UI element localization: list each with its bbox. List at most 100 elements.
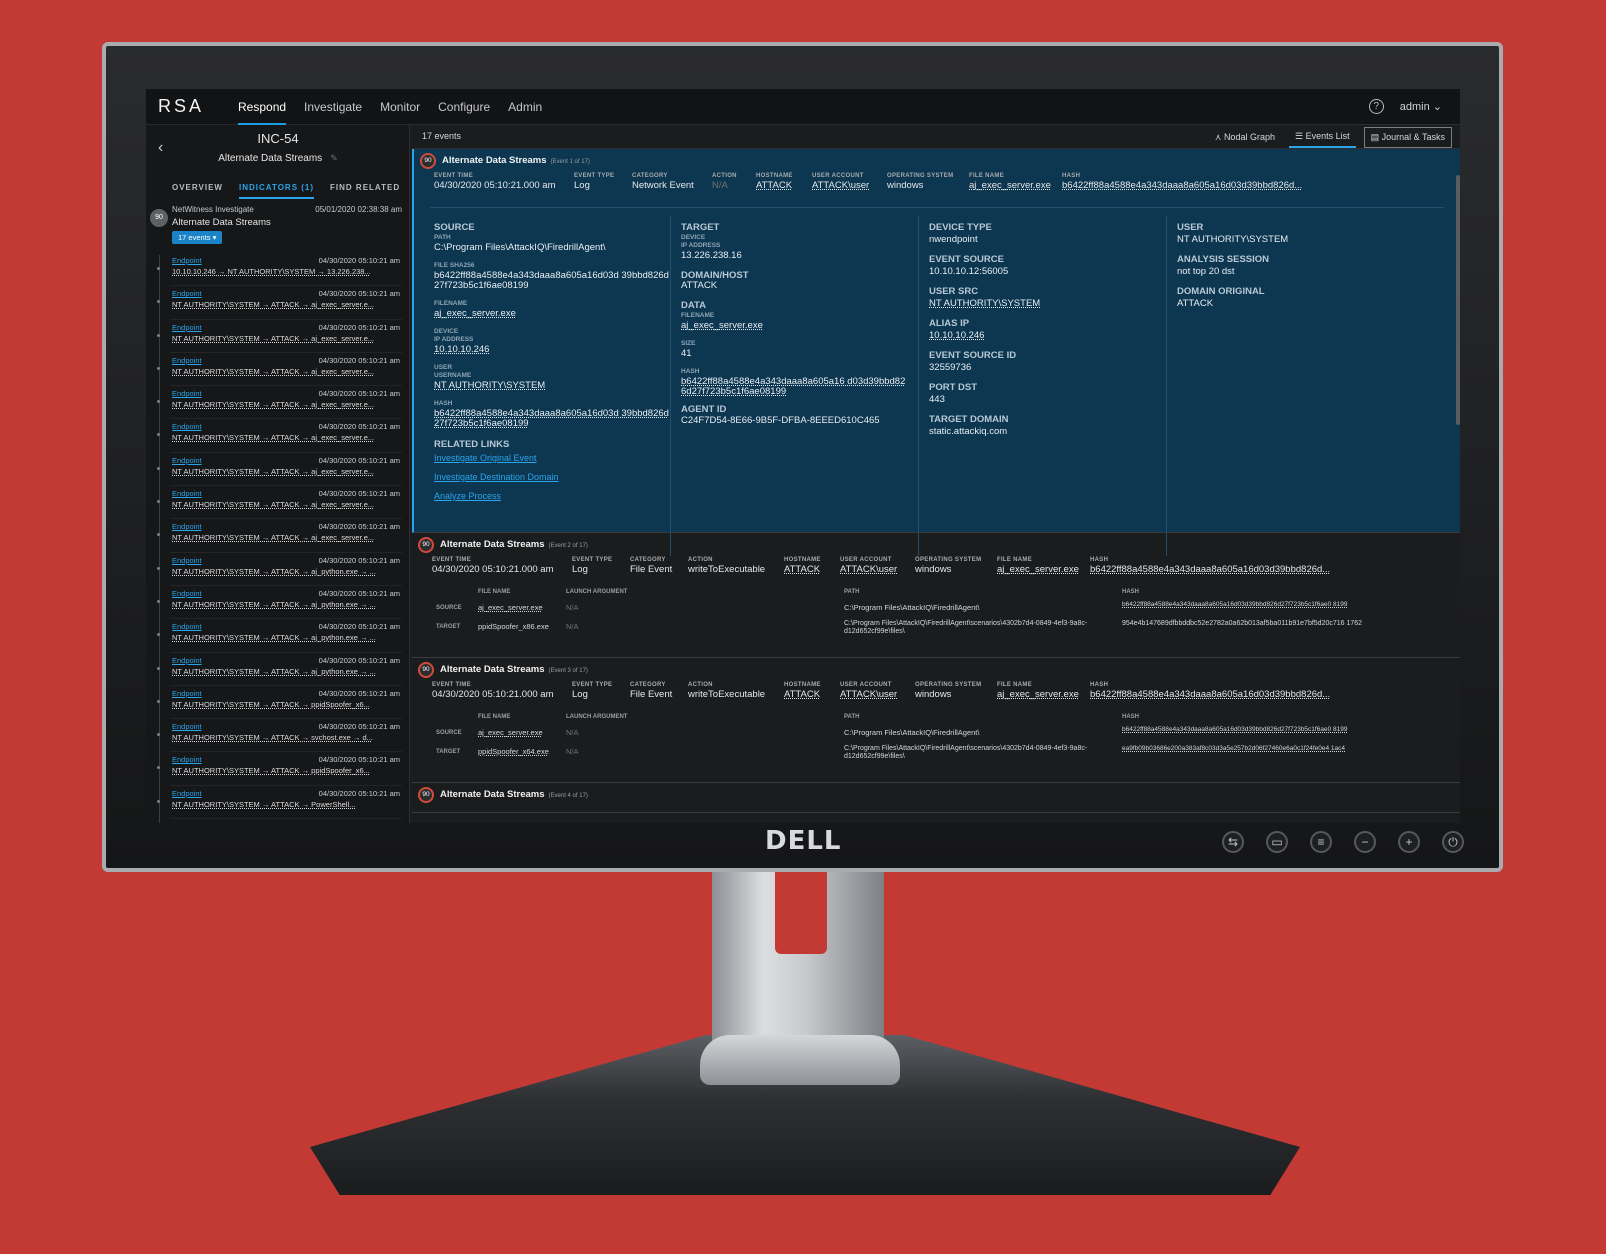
power-icon[interactable]: ⏻ bbox=[1442, 831, 1464, 853]
event-source-link[interactable]: Endpoint bbox=[172, 656, 202, 665]
event-source-link[interactable]: Endpoint bbox=[172, 556, 202, 565]
event-card[interactable]: 90 Alternate Data Streams (Event 3 of 17)… bbox=[412, 658, 1460, 783]
indicator-event-row[interactable]: Endpoint 04/30/2020 05:10:21 am NT AUTHORI… bbox=[157, 353, 402, 387]
event-source-link[interactable]: Endpoint bbox=[172, 422, 202, 431]
source-filename[interactable]: aj_exec_server.exe bbox=[434, 309, 670, 319]
tab-overview[interactable]: OVERVIEW bbox=[172, 183, 223, 199]
indicator-event-row[interactable]: Endpoint 04/30/2020 05:10:21 am NT AUTHORI… bbox=[157, 553, 402, 586]
event-summary[interactable]: NT AUTHORITY\SYSTEM → ATTACK → ppidSpoof… bbox=[172, 766, 370, 775]
event-source-link[interactable]: Endpoint bbox=[172, 522, 202, 531]
nav-respond[interactable]: Respond bbox=[238, 89, 287, 125]
input-source-icon[interactable]: ⇆ bbox=[1222, 831, 1244, 853]
event-user-account[interactable]: ATTACK\user bbox=[812, 180, 869, 191]
journal-tasks-button[interactable]: ▤ Journal & Tasks bbox=[1363, 127, 1452, 148]
tab-indicators[interactable]: INDICATORS (1) bbox=[238, 183, 315, 199]
event-summary[interactable]: NT AUTHORITY\SYSTEM → ATTACK → aj_exec_s… bbox=[172, 467, 374, 476]
event-source-link[interactable]: Endpoint bbox=[172, 622, 202, 631]
event-file-name[interactable]: aj_exec_server.exe bbox=[997, 689, 1079, 700]
menu-icon[interactable]: ≡ bbox=[1310, 831, 1332, 853]
event-user-account[interactable]: ATTACK\user bbox=[840, 689, 897, 700]
event-summary[interactable]: NT AUTHORITY\SYSTEM → ATTACK → aj_exec_s… bbox=[172, 367, 374, 376]
analyze-process-link[interactable]: Analyze Process bbox=[434, 491, 670, 501]
event-summary[interactable]: NT AUTHORITY\SYSTEM → ATTACK → aj_exec_s… bbox=[172, 500, 374, 509]
event-summary[interactable]: NT AUTHORITY\SYSTEM → ATTACK → aj_python… bbox=[172, 667, 376, 676]
event-source-link[interactable]: Endpoint bbox=[172, 389, 202, 398]
event-hash[interactable]: b6422ff88a4588e4a343daaa8a605a16d03d39bb… bbox=[1090, 689, 1330, 700]
plus-icon[interactable]: + bbox=[1398, 831, 1420, 853]
event-user-account[interactable]: ATTACK\user bbox=[840, 564, 897, 575]
help-icon[interactable]: ? bbox=[1368, 99, 1384, 114]
events-list-button[interactable]: ☰ Events List bbox=[1288, 127, 1356, 148]
source-ip[interactable]: 10.10.10.246 bbox=[434, 345, 670, 355]
indicator-event-row[interactable]: Endpoint 04/30/2020 05:10:21 am NT AUTHORI… bbox=[157, 686, 402, 720]
indicator-event-row[interactable]: Endpoint 04/30/2020 05:10:21 am NT AUTHORI… bbox=[157, 320, 402, 353]
indicator-event-row[interactable]: Endpoint 04/30/2020 05:10:21 am NT AUTHORI… bbox=[157, 586, 402, 620]
display-mode-icon[interactable]: ▭ bbox=[1266, 831, 1288, 853]
event-summary[interactable]: NT AUTHORITY\SYSTEM → ATTACK → svchost.e… bbox=[172, 733, 373, 742]
nav-investigate[interactable]: Investigate bbox=[304, 89, 362, 125]
event-hash[interactable]: b6422ff88a4588e4a343daaa8a605a16d03d39bb… bbox=[1090, 564, 1330, 575]
indicator-event-row[interactable]: Endpoint 04/30/2020 05:10:21 am NT AUTHORI… bbox=[157, 519, 402, 553]
indicator-event-row[interactable]: Endpoint 04/30/2020 05:10:21 am NT AUTHORI… bbox=[157, 419, 402, 453]
indicator-event-row[interactable]: Endpoint 04/30/2020 05:10:21 am NT AUTHORI… bbox=[157, 653, 402, 686]
source-file[interactable]: aj_exec_server.exe bbox=[478, 728, 543, 737]
source-file[interactable]: aj_exec_server.exe bbox=[478, 603, 543, 612]
events-count-dropdown[interactable]: 17 events ▾ bbox=[172, 231, 223, 244]
event-hostname[interactable]: ATTACK bbox=[784, 564, 821, 575]
indicator-event-row[interactable]: Endpoint 04/30/2020 05:10:21 am NT AUTHORI… bbox=[157, 719, 402, 753]
event-source-link[interactable]: Endpoint bbox=[172, 323, 202, 332]
indicator-event-row[interactable]: Endpoint 04/30/2020 05:10:21 am NT AUTHORI… bbox=[157, 286, 402, 320]
nodal-graph-button[interactable]: ⋏ Nodal Graph bbox=[1209, 128, 1281, 147]
event-card-expanded[interactable]: 90 Alternate Data Streams (Event 1 of 17)… bbox=[412, 149, 1460, 556]
edit-icon[interactable]: ✎ bbox=[330, 153, 338, 163]
event-source-link[interactable]: Endpoint bbox=[172, 289, 202, 298]
event-card[interactable]: 90 Alternate Data Streams (Event 4 of 17) bbox=[412, 783, 1460, 813]
event-hostname[interactable]: ATTACK bbox=[756, 180, 793, 191]
event-card[interactable]: 90 Alternate Data Streams (Event 2 of 17)… bbox=[412, 533, 1460, 658]
target-hash[interactable]: ea9fb09b03686e200a383af8c03d3a5e257b2d06… bbox=[1122, 745, 1392, 753]
event-summary[interactable]: NT AUTHORITY\SYSTEM → ATTACK → aj_python… bbox=[172, 633, 376, 642]
indicator-event-row[interactable]: Endpoint 04/30/2020 05:10:21 am NT AUTHORI… bbox=[157, 786, 402, 820]
user-src[interactable]: NT AUTHORITY\SYSTEM bbox=[929, 299, 1154, 309]
event-source-link[interactable]: Endpoint bbox=[172, 722, 202, 731]
alias-ip[interactable]: 10.10.10.246 bbox=[929, 331, 1154, 341]
indicator-event-row[interactable]: Endpoint 04/30/2020 05:10:21 am 10.10.10.2… bbox=[157, 253, 402, 287]
event-file-name[interactable]: aj_exec_server.exe bbox=[969, 180, 1051, 191]
indicator-event-row[interactable]: Endpoint 04/30/2020 05:10:21 am NT AUTHORI… bbox=[157, 453, 402, 487]
event-summary[interactable]: NT AUTHORITY\SYSTEM → ATTACK → aj_exec_s… bbox=[172, 400, 374, 409]
event-source-link[interactable]: Endpoint bbox=[172, 755, 202, 764]
investigate-original-event-link[interactable]: Investigate Original Event bbox=[434, 453, 670, 463]
event-summary[interactable]: NT AUTHORITY\SYSTEM → ATTACK → aj_exec_s… bbox=[172, 334, 374, 343]
tab-find-related[interactable]: FIND RELATED bbox=[330, 183, 400, 199]
target-filename[interactable]: aj_exec_server.exe bbox=[681, 321, 906, 331]
source-hash[interactable]: b6422ff88a4588e4a343daaa8a605a16d03d39bb… bbox=[1122, 601, 1392, 608]
investigate-destination-domain-link[interactable]: Investigate Destination Domain bbox=[434, 472, 670, 482]
event-file-name[interactable]: aj_exec_server.exe bbox=[997, 564, 1079, 575]
event-source-link[interactable]: Endpoint bbox=[172, 256, 202, 265]
target-file[interactable]: ppidSpoofer_x64.exe bbox=[478, 747, 549, 756]
event-hash[interactable]: b6422ff88a4588e4a343daaa8a605a16d03d39bb… bbox=[1062, 180, 1302, 191]
event-summary[interactable]: NT AUTHORITY\SYSTEM → ATTACK → aj_exec_s… bbox=[172, 433, 374, 442]
event-summary[interactable]: NT AUTHORITY\SYSTEM → ATTACK → ppidSpoof… bbox=[172, 700, 370, 709]
event-source-link[interactable]: Endpoint bbox=[172, 356, 202, 365]
event-source-link[interactable]: Endpoint bbox=[172, 589, 202, 598]
event-summary[interactable]: NT AUTHORITY\SYSTEM → ATTACK → aj_python… bbox=[172, 600, 376, 609]
target-hash[interactable]: b6422ff88a4588e4a343daaa8a605a16 d03d39b… bbox=[681, 377, 906, 397]
event-source-link[interactable]: Endpoint bbox=[172, 456, 202, 465]
source-hash[interactable]: b6422ff88a4588e4a343daaa8a605a16d03d 39b… bbox=[434, 409, 670, 429]
source-hash[interactable]: b6422ff88a4588e4a343daaa8a605a16d03d39bb… bbox=[1122, 726, 1392, 733]
event-summary[interactable]: NT AUTHORITY\SYSTEM → ATTACK → aj_python… bbox=[172, 567, 376, 576]
event-summary[interactable]: 10.10.10.246 → NT AUTHORITY\SYSTEM → 13.… bbox=[172, 267, 371, 276]
event-source-link[interactable]: Endpoint bbox=[172, 789, 202, 798]
event-source-link[interactable]: Endpoint bbox=[172, 489, 202, 498]
event-summary[interactable]: NT AUTHORITY\SYSTEM → ATTACK → aj_exec_s… bbox=[172, 300, 374, 309]
indicator-event-row[interactable]: Endpoint 04/30/2020 05:10:21 am NT AUTHORI… bbox=[157, 386, 402, 420]
event-summary[interactable]: NT AUTHORITY\SYSTEM → ATTACK → PowerShel… bbox=[172, 800, 355, 809]
indicator-event-row[interactable]: Endpoint 04/30/2020 05:10:21 am NT AUTHORI… bbox=[157, 752, 402, 786]
details-scrollbar[interactable] bbox=[1456, 175, 1460, 425]
indicator-event-row[interactable]: Endpoint 04/30/2020 05:10:21 am NT AUTHORI… bbox=[157, 619, 402, 653]
source-username[interactable]: NT AUTHORITY\SYSTEM bbox=[434, 381, 670, 391]
event-summary[interactable]: NT AUTHORITY\SYSTEM → ATTACK → aj_exec_s… bbox=[172, 533, 374, 542]
event-hostname[interactable]: ATTACK bbox=[784, 689, 821, 700]
event-source-link[interactable]: Endpoint bbox=[172, 689, 202, 698]
